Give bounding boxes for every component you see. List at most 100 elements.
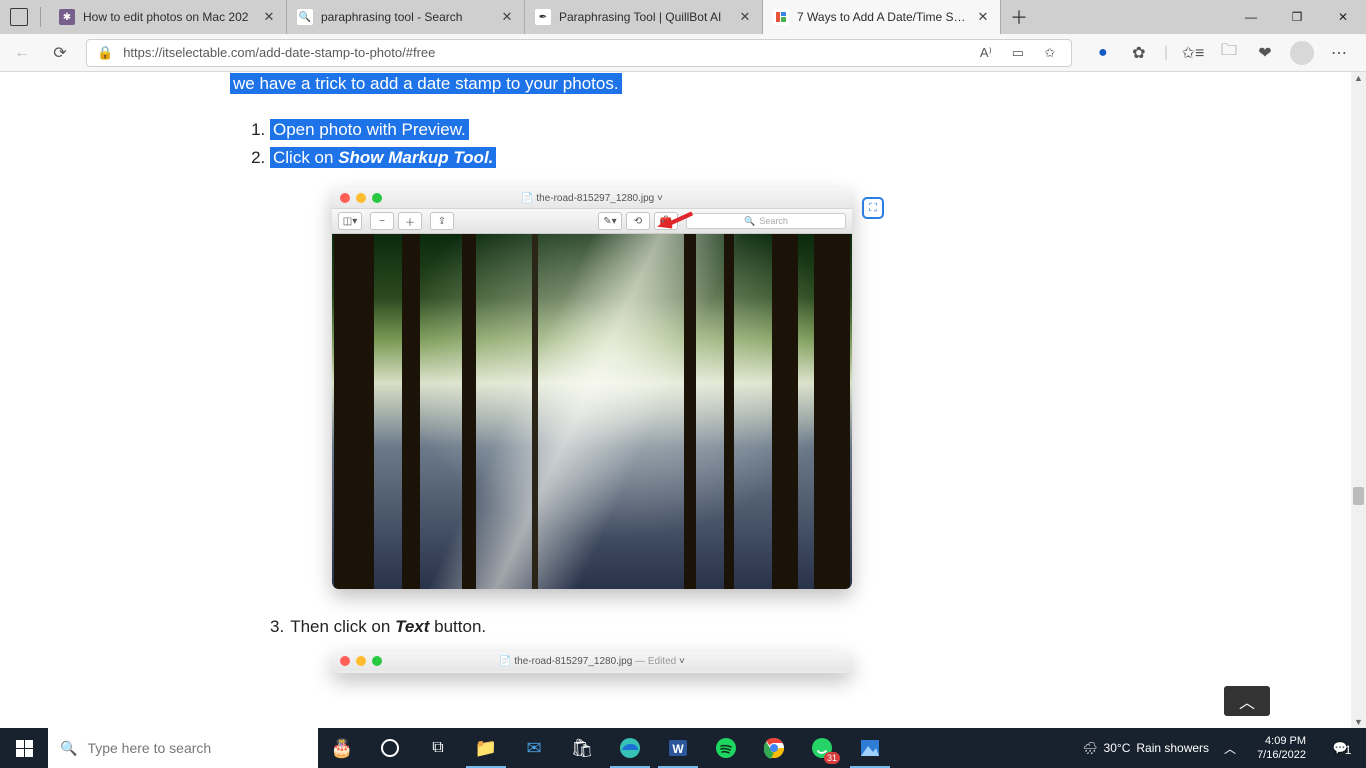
edge-browser-icon[interactable]	[606, 728, 654, 768]
refresh-button[interactable]: ⟳	[48, 41, 72, 65]
taskbar-search[interactable]: 🔍 Type here to search	[48, 728, 318, 768]
step-item: Open photo with Preview.	[270, 116, 1130, 144]
weather-icon: 🌧	[1082, 741, 1097, 755]
photos-icon[interactable]	[846, 728, 894, 768]
tray-chevron-icon[interactable]: ︿	[1219, 737, 1241, 759]
site-info-lock-icon[interactable]: 🔒	[97, 45, 113, 61]
close-tab-icon[interactable]: ✕	[262, 10, 276, 24]
scroll-to-top-button[interactable]: ︿	[1224, 686, 1270, 716]
smart-capture-icon[interactable]: ⛶	[862, 197, 884, 219]
file-explorer-icon[interactable]: 📁	[462, 728, 510, 768]
mac-titlebar: 📄 the-road-815297_1280.jpg — Edited ˅	[332, 651, 852, 671]
highlighted-text: Open photo with Preview.	[270, 119, 469, 140]
close-tab-icon[interactable]: ✕	[500, 10, 514, 24]
favorite-star-icon[interactable]: ✩	[1039, 42, 1061, 64]
scroll-down-icon[interactable]: ▼	[1351, 716, 1366, 728]
weather-widget[interactable]: 🌧 30°C Rain showers	[1082, 741, 1209, 755]
task-view-icon[interactable]: ⧉	[414, 728, 462, 768]
reader-mode-icon[interactable]: ▭	[1007, 42, 1029, 64]
clock-date: 7/16/2022	[1257, 748, 1306, 762]
start-button[interactable]	[0, 728, 48, 768]
ms-word-icon[interactable]: W	[654, 728, 702, 768]
taskbar-app-misc[interactable]: 🎂	[318, 728, 366, 768]
mac-preview-toolbar: ◫▾ − ＋ ⇪ ✎▾ ⟲ 🧰 🔍 Search	[332, 208, 852, 234]
divider	[40, 7, 41, 27]
spotify-icon[interactable]	[702, 728, 750, 768]
read-aloud-icon[interactable]: A⁾	[975, 42, 997, 64]
browser-titlebar: ✱ How to edit photos on Mac 202 ✕ 🔍 para…	[0, 0, 1366, 34]
highlight-icon: ✎▾	[598, 212, 622, 230]
svg-text:W: W	[672, 742, 684, 756]
share-icon: ⇪	[430, 212, 454, 230]
tab-howto-mac[interactable]: ✱ How to edit photos on Mac 202 ✕	[49, 0, 287, 34]
article-content: we have a trick to add a date stamp to y…	[230, 74, 1130, 673]
collections-icon[interactable]: 🗀	[1218, 42, 1240, 64]
favicon-icon	[773, 9, 789, 25]
address-bar[interactable]: 🔒 https://itselectable.com/add-date-stam…	[86, 39, 1072, 67]
steps-list-continued: 3.Then click on Text button.	[270, 617, 1130, 637]
ms-store-icon[interactable]: 🛍	[558, 728, 606, 768]
minimize-button[interactable]: —	[1228, 0, 1274, 34]
profile-avatar[interactable]	[1290, 41, 1314, 65]
back-button: ←	[10, 41, 34, 65]
close-tab-icon[interactable]: ✕	[976, 10, 990, 24]
scrollbar-thumb[interactable]	[1353, 487, 1364, 505]
clock-time: 4:09 PM	[1257, 734, 1306, 748]
step-text: Then click on	[290, 617, 395, 636]
whatsapp-icon[interactable]: 31	[798, 728, 846, 768]
window-controls: — ❐ ✕	[1228, 0, 1366, 34]
intro-line: we have a trick to add a date stamp to y…	[230, 74, 1130, 94]
tab-label: How to edit photos on Mac 202	[83, 10, 254, 24]
rotate-icon: ⟲	[626, 212, 650, 230]
windows-taskbar: 🔍 Type here to search 🎂 ⧉ 📁 ✉ 🛍 W 31 🌧 3…	[0, 728, 1366, 768]
highlighted-text: we have a trick to add a date stamp to y…	[230, 73, 622, 94]
extension-blue-icon[interactable]: ●	[1092, 42, 1114, 64]
close-window-button[interactable]: ✕	[1320, 0, 1366, 34]
vertical-scrollbar[interactable]: ▲ ▼	[1351, 72, 1366, 728]
cortana-icon[interactable]	[366, 728, 414, 768]
divider: |	[1164, 44, 1168, 62]
page-viewport: we have a trick to add a date stamp to y…	[0, 72, 1366, 728]
mac-titlebar: 📄 the-road-815297_1280.jpg ˅	[332, 188, 852, 208]
close-tab-icon[interactable]: ✕	[738, 10, 752, 24]
menu-icon[interactable]: ⋯	[1328, 42, 1350, 64]
red-arrow-annotation-icon	[657, 209, 695, 231]
system-tray: 🌧 30°C Rain showers ︿ 4:09 PM 7/16/2022 …	[1082, 728, 1366, 768]
tab-itselectable[interactable]: 7 Ways to Add A Date/Time Stam ✕	[763, 0, 1001, 34]
mail-icon[interactable]: ✉	[510, 728, 558, 768]
tab-label: 7 Ways to Add A Date/Time Stam	[797, 10, 968, 24]
steps-list: Open photo with Preview. Click on Show M…	[270, 116, 1130, 172]
tab-actions-icon[interactable]	[8, 6, 30, 28]
zoom-in-icon: ＋	[398, 212, 422, 230]
extensions-icon[interactable]: ✿	[1128, 42, 1150, 64]
url-text: https://itselectable.com/add-date-stamp-…	[123, 45, 965, 60]
taskbar-pinned-apps: 🎂 ⧉ 📁 ✉ 🛍 W 31	[318, 728, 894, 768]
tab-label: paraphrasing tool - Search	[321, 10, 492, 24]
mac-preview-screenshot: 📄 the-road-815297_1280.jpg ˅ ◫▾ − ＋ ⇪ ✎▾…	[332, 188, 852, 589]
forest-photo	[332, 234, 852, 589]
action-center-icon[interactable]: 💬1	[1322, 728, 1358, 768]
favicon-icon: ✱	[59, 9, 75, 25]
health-icon[interactable]: ❤	[1254, 42, 1276, 64]
weather-temp: 30°C	[1104, 741, 1131, 755]
zoom-out-icon: −	[370, 212, 394, 230]
tab-quillbot[interactable]: ✒ Paraphrasing Tool | QuillBot AI ✕	[525, 0, 763, 34]
highlighted-text: Click on Show Markup Tool.	[270, 147, 496, 168]
step-item: 3.Then click on Text button.	[270, 617, 1130, 637]
badge-count: 1	[1345, 743, 1352, 757]
tab-label: Paraphrasing Tool | QuillBot AI	[559, 10, 730, 24]
mac-search-field: 🔍 Search	[686, 213, 846, 229]
taskbar-clock[interactable]: 4:09 PM 7/16/2022	[1251, 734, 1312, 762]
favicon-icon: 🔍	[297, 9, 313, 25]
favicon-icon: ✒	[535, 9, 551, 25]
step-text: button.	[429, 617, 486, 636]
mac-preview-screenshot-2: 📄 the-road-815297_1280.jpg — Edited ˅	[332, 651, 852, 673]
maximize-button[interactable]: ❐	[1274, 0, 1320, 34]
scroll-up-icon[interactable]: ▲	[1351, 72, 1366, 84]
favorites-icon[interactable]: ✩≡	[1182, 42, 1204, 64]
new-tab-button[interactable]: ＋	[1001, 0, 1037, 34]
weather-text: Rain showers	[1136, 741, 1209, 755]
tab-paraphrasing-search[interactable]: 🔍 paraphrasing tool - Search ✕	[287, 0, 525, 34]
chrome-icon[interactable]	[750, 728, 798, 768]
step-keyword: Text	[395, 617, 429, 636]
